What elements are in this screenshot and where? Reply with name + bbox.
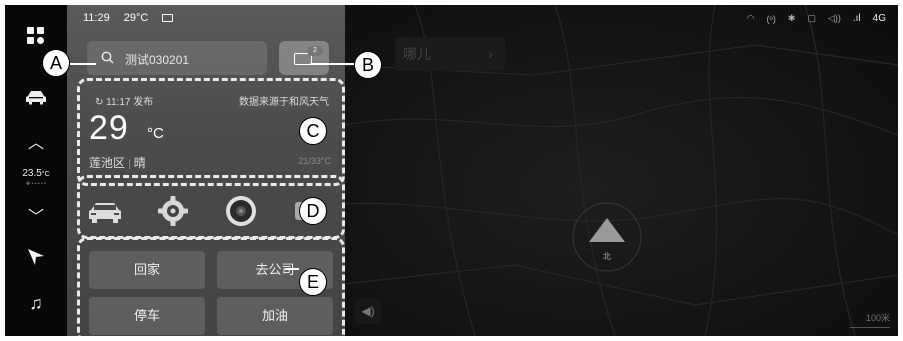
search-icon — [101, 51, 114, 64]
search-input[interactable]: 测试030201 — [87, 41, 267, 75]
map-destination-tab[interactable]: 哪儿 › — [395, 37, 505, 71]
wifi-icon: ◠ — [746, 13, 755, 23]
chevron-right-icon: › — [488, 46, 493, 62]
map-tab-label: 哪儿 — [403, 46, 431, 62]
sidebar-temp-value: 23.5 — [22, 168, 42, 179]
navigation-map[interactable]: 北 哪儿 › ◀) 100米 — [335, 5, 898, 336]
callout-e: E — [299, 268, 327, 296]
callout-a-leader — [70, 63, 96, 65]
network-type: 4G — [872, 13, 886, 24]
volume-button[interactable]: ◀) — [355, 298, 381, 324]
map-scale-label: 100米 — [865, 313, 890, 323]
camera-icon: ▢ — [807, 13, 816, 23]
bluetooth-icon: ✱ — [787, 13, 796, 23]
sidebar-temperature: 23.5°C ✤ • • • • • — [5, 163, 67, 187]
messages-button[interactable]: 2 — [279, 41, 329, 75]
system-status-bar: ◠ (ᵒ) ✱ ▢ ◁)) .ıl 4G — [747, 13, 886, 24]
callout-d: D — [299, 197, 327, 225]
callout-b: B — [354, 51, 382, 79]
speaker-icon: ◁)) — [827, 13, 841, 23]
outside-temperature: 29°C — [123, 12, 149, 24]
compass-north-label: 北 — [603, 252, 611, 261]
message-count-badge: 2 — [307, 46, 323, 56]
panel-status-bar: 11:29 29°C — [83, 12, 174, 24]
vehicle-icon[interactable] — [25, 89, 47, 105]
scale-bar — [850, 327, 890, 328]
hotspot-icon: (ᵒ) — [766, 13, 776, 24]
chevron-up-icon[interactable]: ︿ — [5, 129, 67, 153]
screen-frame: 北 哪儿 › ◀) 100米 ◠ (ᵒ) ✱ ▢ ◁)) .ıl 4G ︿ 23.… — [5, 5, 898, 336]
chevron-down-icon[interactable]: ﹀ — [5, 203, 67, 227]
sidebar-temp-unit: °C — [41, 171, 50, 178]
navigation-arrow-icon[interactable] — [27, 248, 45, 266]
callout-c: C — [299, 117, 327, 145]
clock-time: 11:29 — [83, 12, 110, 24]
signal-icon: .ıl — [852, 13, 861, 24]
music-note-icon[interactable]: ♫ — [5, 293, 67, 314]
callout-e-leader — [285, 268, 299, 270]
callout-b-leader — [310, 63, 354, 65]
callout-a: A — [42, 49, 70, 77]
fan-level-icon: ✤ • • • • • — [26, 181, 46, 187]
apps-grid-icon[interactable] — [27, 27, 45, 45]
mail-icon — [162, 14, 174, 22]
search-text: 测试030201 — [125, 53, 190, 67]
